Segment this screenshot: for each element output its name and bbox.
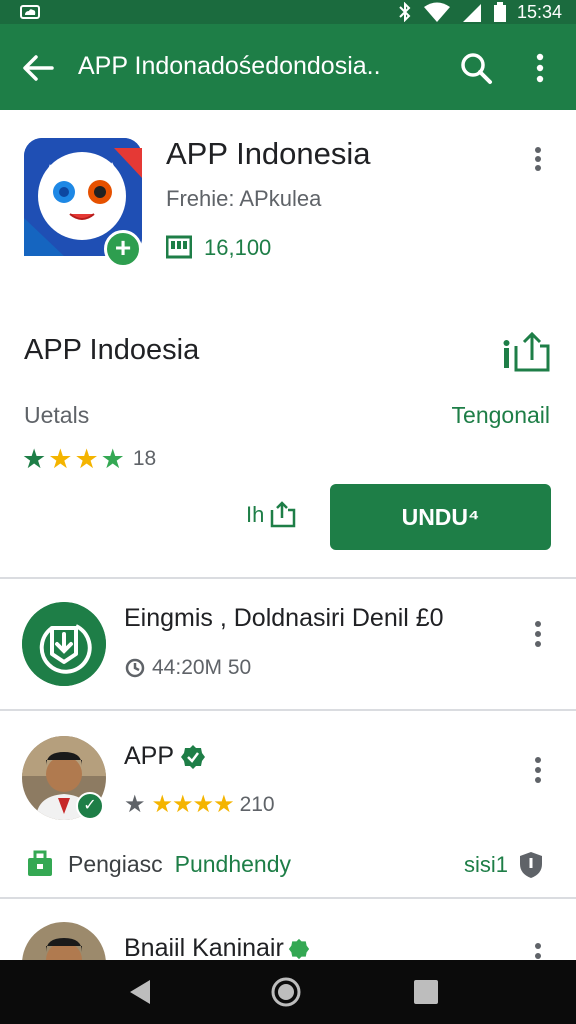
clock-icon: [125, 658, 145, 678]
divider: [0, 709, 576, 711]
row-rating-count: 210: [239, 792, 275, 816]
feature-right: sisi1: [464, 850, 544, 880]
wishlist-label: Ih: [246, 502, 265, 527]
app-name: APP Indonesia: [166, 136, 371, 171]
install-button[interactable]: UNDU⁴: [330, 484, 551, 550]
row-meta: 44:20M 50: [124, 656, 251, 680]
back-arrow-icon[interactable]: [18, 48, 58, 88]
bluetooth-icon: [399, 2, 411, 22]
download-shield-icon: [22, 602, 106, 686]
divider: [0, 897, 576, 899]
share-icon[interactable]: [500, 330, 552, 374]
feature-right-text: sisi1: [464, 852, 509, 877]
plus-badge-icon: +: [104, 230, 142, 268]
search-icon[interactable]: [456, 48, 496, 88]
row-title-wrap[interactable]: Bnaiil Kaninair: [124, 934, 310, 963]
row-title: Bnaiil Kaninair: [124, 934, 284, 962]
rating-stars: ★ ★ ★ ★ 18: [22, 445, 156, 473]
wifi-icon: [423, 2, 450, 22]
feature-link: Pundhendy: [174, 850, 292, 877]
developer-name[interactable]: Frehie: APkulea: [166, 186, 321, 212]
star-icon: ★: [48, 444, 73, 474]
download-count: 16,100: [204, 235, 272, 260]
feature-row[interactable]: Pengiasc Pundhendy: [24, 848, 291, 880]
more-vert-icon[interactable]: [528, 754, 548, 786]
wishlist-button[interactable]: Ih: [246, 500, 298, 530]
row-title: APP: [124, 742, 175, 770]
details-link[interactable]: Tengonail: [452, 402, 550, 429]
divider: [0, 577, 576, 579]
back-triangle-icon[interactable]: [124, 976, 156, 1008]
status-time: 15:34: [516, 1, 562, 22]
row-title-wrap[interactable]: APP: [124, 742, 206, 771]
verified-icon: [288, 938, 309, 959]
row-rating: ★ ★★★★ 210: [124, 790, 275, 819]
app-bar-title: APP Indonadośedondosia..: [78, 52, 381, 80]
signal-icon: [462, 4, 481, 22]
more-vert-icon[interactable]: [528, 144, 548, 174]
battery-icon: [493, 2, 506, 22]
rating-tile-icon: [166, 235, 192, 259]
rating-count: 18: [132, 447, 157, 470]
row-title[interactable]: Eingmis , Doldnasiri Denil £0: [124, 604, 444, 633]
briefcase-icon: [28, 850, 52, 876]
app-bar: APP Indonadośedondosia..: [0, 24, 576, 110]
shield-icon: [520, 852, 543, 878]
star-icon: ★: [74, 444, 99, 474]
verified-badge-icon: ✓: [76, 792, 104, 820]
verified-icon: [181, 744, 206, 769]
status-bar: 15:34: [0, 0, 576, 24]
home-circle-icon[interactable]: [270, 976, 302, 1008]
section-title: APP Indoesia: [24, 334, 200, 366]
star-icon: ★: [124, 791, 146, 818]
details-label: Uetals: [24, 402, 90, 428]
wishlist-icon: [271, 501, 296, 528]
more-vert-icon[interactable]: [528, 618, 548, 650]
cloud-icon: [20, 5, 40, 19]
row-meta-text: 44:20M 50: [152, 656, 252, 679]
feature-label: Pengiasc: [68, 850, 163, 877]
more-vert-icon[interactable]: [522, 48, 558, 88]
status-icons: 15:34: [397, 1, 562, 23]
star-icon: ★★★★: [151, 791, 235, 818]
navigation-bar: [0, 960, 576, 1024]
recents-square-icon[interactable]: [410, 976, 442, 1008]
star-icon: ★: [100, 444, 125, 474]
star-icon: ★: [22, 444, 47, 474]
